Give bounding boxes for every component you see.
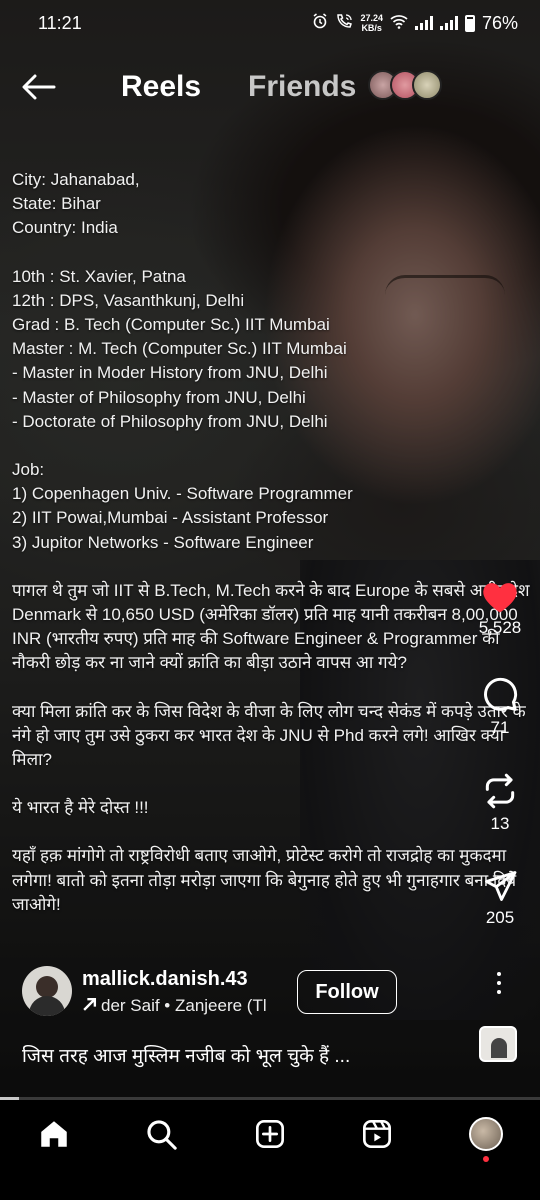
audio-track[interactable]: der Saif • Zanjeere (Tl [82, 996, 287, 1016]
like-action[interactable]: 5,528 [470, 580, 530, 638]
author-username[interactable]: mallick.danish.43 [82, 968, 248, 991]
home-icon [41, 1121, 67, 1147]
comment-count: 71 [490, 718, 510, 737]
follow-button[interactable]: Follow [297, 970, 397, 1014]
trending-arrow-icon [83, 997, 97, 1011]
search-icon [147, 1120, 177, 1150]
overlay-line: Grad : B. Tech (Computer Sc.) IIT Mumbai [12, 315, 330, 335]
reels-icon [363, 1120, 391, 1148]
net-speed-value: 27.24 [360, 13, 383, 23]
net-speed: 27.24 KB/s [360, 13, 383, 33]
overlay-line: - Doctorate of Philosophy from JNU, Delh… [12, 411, 328, 431]
tab-friends[interactable]: Friends [248, 70, 356, 104]
audio-track-label: der Saif • Zanjeere (Tl [101, 996, 267, 1015]
overlay-line: 10th : St. Xavier, Patna [12, 266, 186, 286]
create-icon [256, 1120, 284, 1148]
comment-action[interactable]: 71 [470, 676, 530, 738]
post-caption[interactable]: जिस तरह आज मुस्लिम नजीब को भूल चुके हैं … [22, 1042, 350, 1068]
wifi-call-icon [335, 13, 353, 34]
like-count: 5,528 [478, 618, 522, 637]
more-options-icon[interactable] [496, 972, 502, 994]
overlay-line: 3) Jupitor Networks - Software Engineer [12, 532, 314, 552]
friend-avatar [412, 70, 442, 100]
overlay-paragraph: पागल थे तुम जो IIT से B.Tech, M.Tech करन… [12, 580, 530, 673]
overlay-line: - Master of Philosophy from JNU, Delhi [12, 387, 306, 407]
wifi-icon [390, 13, 408, 34]
alarm-icon [312, 12, 328, 34]
overlay-line: Job: [12, 460, 45, 480]
audio-thumbnail[interactable] [479, 1026, 517, 1062]
author-row: mallick.danish.43 der Saif • Zanjeere (T… [22, 966, 492, 1020]
overlay-line: Master : M. Tech (Computer Sc.) IIT Mumb… [12, 339, 347, 359]
repost-action[interactable]: 13 [470, 772, 530, 834]
friends-avatar-stack[interactable] [368, 70, 442, 102]
overlay-line: - Master in Moder History from JNU, Delh… [12, 363, 328, 383]
tab-reels[interactable]: Reels [121, 70, 201, 104]
signal-icon-2 [439, 16, 458, 30]
nav-reels[interactable] [357, 1114, 397, 1154]
back-button[interactable] [20, 68, 58, 106]
repost-icon[interactable] [481, 772, 519, 810]
overlay-paragraph: ये भारत है मेरे दोस्त !!! [12, 798, 149, 818]
nav-profile[interactable] [466, 1114, 506, 1154]
overlay-line: 2) IIT Powai,Mumbai - Assistant Professo… [12, 508, 329, 528]
share-count: 205 [485, 908, 515, 927]
overlay-line: 1) Copenhagen Univ. - Software Programme… [12, 484, 353, 504]
repost-count: 13 [490, 814, 510, 833]
arrow-left-icon [22, 74, 56, 100]
reels-header: Reels Friends [0, 58, 540, 114]
status-bar: 11:21 27.24 KB/s 76% [0, 0, 540, 46]
profile-avatar [469, 1117, 503, 1151]
share-action[interactable]: 205 [470, 868, 530, 928]
send-icon[interactable] [481, 868, 519, 904]
battery-percent: 76% [481, 12, 518, 33]
author-avatar[interactable] [22, 966, 72, 1016]
status-time: 11:21 [38, 12, 82, 33]
overlay-line: City: Jahanabad, [12, 170, 140, 189]
overlay-line: State: Bihar [12, 194, 101, 214]
overlay-paragraph: क्या मिला क्रांति कर के जिस विदेश के वीज… [12, 701, 526, 770]
battery-icon [464, 14, 475, 32]
comment-icon[interactable] [481, 676, 519, 714]
bottom-nav [0, 1100, 540, 1200]
overlay-paragraph: यहाँ हक़ मांगोगे तो राष्ट्रविरोधी बताए ज… [12, 846, 517, 914]
nav-search[interactable] [141, 1114, 181, 1154]
nav-home[interactable] [34, 1114, 74, 1154]
overlay-line: 12th : DPS, Vasanthkunj, Delhi [12, 290, 245, 310]
heart-icon[interactable] [481, 580, 519, 614]
notification-dot [483, 1156, 489, 1162]
nav-create[interactable] [250, 1114, 290, 1154]
signal-icon [414, 16, 433, 30]
overlay-line: Country: India [12, 218, 118, 238]
net-speed-unit: KB/s [361, 23, 382, 33]
video-overlay-text: City: Jahanabad, State: Bihar Country: I… [12, 168, 532, 917]
